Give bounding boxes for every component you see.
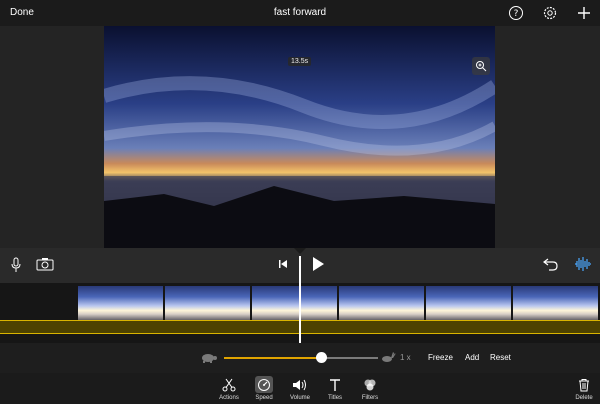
microphone-icon[interactable] bbox=[8, 256, 24, 274]
clip-thumbnail bbox=[513, 286, 598, 322]
scissors-icon bbox=[220, 376, 238, 393]
clip-thumbnail bbox=[339, 286, 424, 322]
filters-icon bbox=[361, 376, 379, 393]
clip-duration-badge: 13.5s bbox=[288, 57, 312, 66]
add-icon[interactable] bbox=[576, 5, 592, 21]
tab-speed[interactable]: Speed bbox=[246, 376, 282, 401]
camera-icon[interactable] bbox=[36, 256, 54, 272]
speed-value: 1 x bbox=[400, 353, 411, 362]
tab-filters[interactable]: Filters bbox=[352, 376, 388, 401]
clip-thumbnail bbox=[252, 286, 337, 322]
speed-controls: 1 x Freeze Add Reset bbox=[0, 343, 600, 373]
speed-slider-fill bbox=[224, 357, 322, 359]
skip-to-start-icon[interactable] bbox=[276, 257, 290, 271]
tab-titles[interactable]: Titles bbox=[317, 376, 353, 401]
inspector-tabs: Actions Speed Volume Titles Filters Dele… bbox=[0, 373, 600, 404]
playhead[interactable] bbox=[299, 256, 301, 344]
speaker-icon bbox=[291, 376, 309, 393]
top-bar: Done fast forward ? bbox=[0, 0, 600, 26]
delete-button[interactable]: Delete bbox=[566, 376, 600, 401]
tortoise-icon bbox=[200, 351, 218, 365]
clip-thumbnails[interactable] bbox=[78, 286, 600, 322]
preview-area: 13.5s bbox=[0, 26, 600, 248]
speed-slider-knob[interactable] bbox=[316, 352, 328, 363]
speed-slider[interactable] bbox=[224, 352, 378, 363]
tab-volume[interactable]: Volume bbox=[282, 376, 318, 401]
speedometer-icon bbox=[255, 376, 273, 393]
help-icon[interactable]: ? bbox=[508, 5, 524, 21]
undo-icon[interactable] bbox=[542, 256, 560, 272]
play-icon[interactable] bbox=[310, 254, 326, 274]
trash-icon bbox=[575, 376, 593, 393]
freeze-button[interactable]: Freeze bbox=[428, 353, 453, 362]
clip-thumbnail bbox=[426, 286, 511, 322]
clip-thumbnail bbox=[165, 286, 250, 322]
text-t-icon bbox=[326, 376, 344, 393]
tab-label: Speed bbox=[255, 395, 273, 401]
hare-icon bbox=[380, 350, 396, 364]
zoom-in-icon[interactable] bbox=[472, 57, 490, 75]
audio-waveform-icon[interactable] bbox=[574, 255, 592, 273]
tab-label: Filters bbox=[361, 395, 379, 401]
delete-label: Delete bbox=[575, 395, 593, 401]
playhead-marker bbox=[294, 248, 306, 254]
reset-button[interactable]: Reset bbox=[490, 353, 511, 362]
tab-label: Actions bbox=[219, 395, 239, 401]
tab-label: Titles bbox=[327, 395, 343, 401]
tab-label: Volume bbox=[289, 395, 310, 401]
settings-icon[interactable] bbox=[542, 5, 558, 21]
clip-thumbnail bbox=[78, 286, 163, 322]
tab-actions[interactable]: Actions bbox=[211, 376, 247, 401]
add-freeze-button[interactable]: Add bbox=[465, 353, 479, 362]
svg-text:?: ? bbox=[514, 9, 519, 19]
